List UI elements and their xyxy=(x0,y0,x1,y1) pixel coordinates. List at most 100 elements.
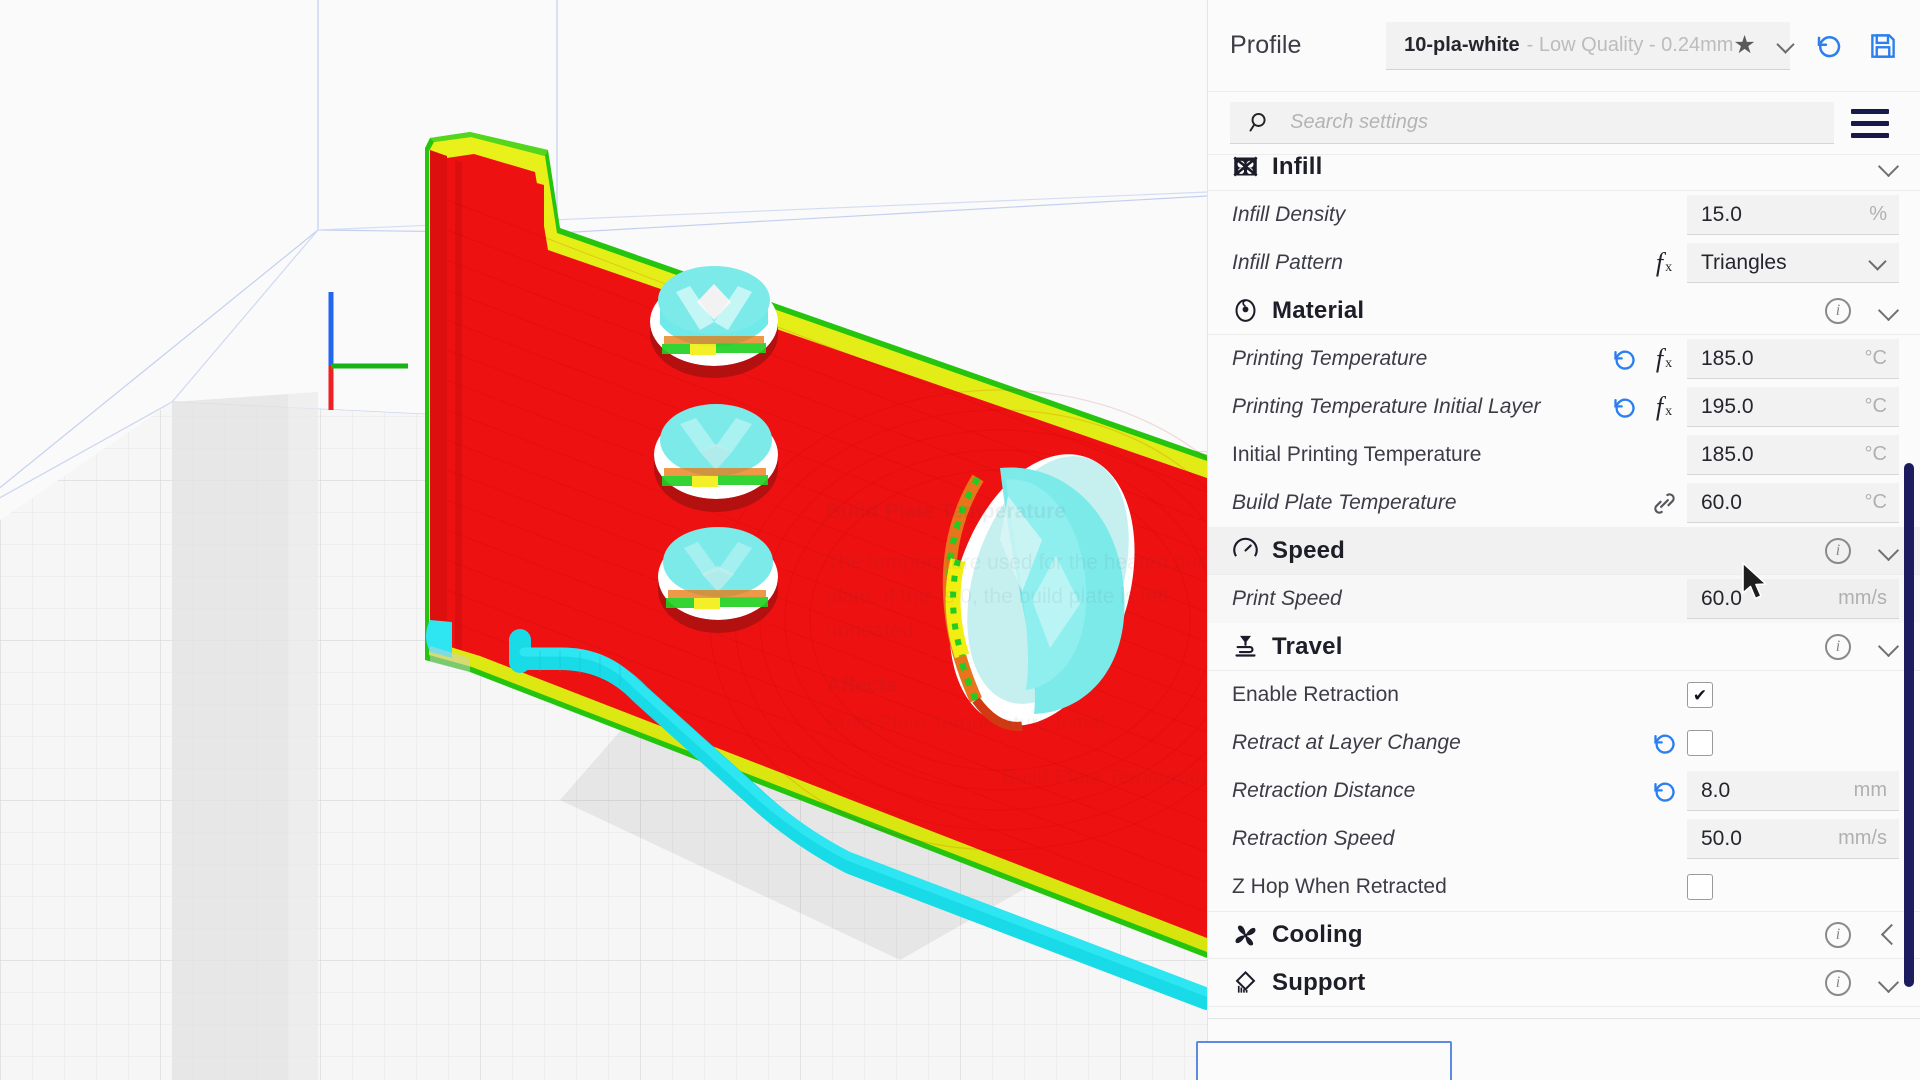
revert-profile-button[interactable] xyxy=(1814,31,1844,61)
link-icon xyxy=(1653,492,1675,514)
category-header-travel[interactable]: Travel i xyxy=(1208,623,1920,671)
material-spool-icon xyxy=(1232,297,1266,324)
category-header-material[interactable]: Material i xyxy=(1208,287,1920,335)
settings-scrollbar-thumb[interactable] xyxy=(1904,463,1914,987)
checkbox-z-hop-when-retracted[interactable] xyxy=(1687,874,1713,900)
setting-label: Retract at Layer Change xyxy=(1232,731,1461,754)
setting-row-retraction-distance[interactable]: Retraction Distance 8.0 mm xyxy=(1208,767,1920,815)
setting-unit: mm/s xyxy=(1838,587,1887,609)
fan-icon xyxy=(1232,922,1266,949)
setting-value: 50.0 xyxy=(1701,826,1742,850)
category-header-speed[interactable]: Speed i xyxy=(1208,527,1920,575)
setting-select-field[interactable]: Triangles xyxy=(1687,243,1899,283)
profile-dropdown[interactable]: 10-pla-white - Low Quality - 0.24mm ★ xyxy=(1386,21,1790,70)
setting-row-infill-pattern[interactable]: Infill Pattern fx Triangles xyxy=(1208,239,1920,287)
category-header-infill[interactable]: Infill xyxy=(1208,155,1920,191)
formula-icon-button[interactable]: fx xyxy=(1647,344,1681,374)
checkbox-retract-at-layer-change[interactable] xyxy=(1687,730,1713,756)
setting-row-z-hop-when-retracted[interactable]: Z Hop When Retracted xyxy=(1208,863,1920,911)
setting-value-field[interactable]: 8.0 mm xyxy=(1687,771,1899,811)
setting-row-printing-temperature-initial-layer[interactable]: Printing Temperature Initial Layer fx 19… xyxy=(1208,383,1920,431)
setting-unit: mm/s xyxy=(1838,827,1887,849)
setting-label: Initial Printing Temperature xyxy=(1232,443,1482,466)
setting-row-retraction-speed[interactable]: Retraction Speed 50.0 mm/s xyxy=(1208,815,1920,863)
setting-value-field[interactable]: 185.0 °C xyxy=(1687,435,1899,475)
profile-label: Profile xyxy=(1230,31,1302,59)
linked-setting-button[interactable] xyxy=(1647,490,1681,517)
search-box[interactable] xyxy=(1230,102,1834,144)
revert-setting-button[interactable] xyxy=(1647,730,1681,757)
revert-setting-button[interactable] xyxy=(1607,346,1641,373)
search-input[interactable] xyxy=(1290,111,1834,134)
info-icon[interactable]: i xyxy=(1825,537,1851,564)
3d-viewport[interactable]: Build Plate Temperature The temperature … xyxy=(0,0,1207,1080)
revert-setting-button[interactable] xyxy=(1607,394,1641,421)
formula-icon-button[interactable]: fx xyxy=(1647,392,1681,422)
setting-row-print-speed[interactable]: Print Speed 60.0 mm/s xyxy=(1208,575,1920,623)
hole-2 xyxy=(654,404,778,512)
settings-scrollbar-track[interactable] xyxy=(1904,155,1914,1018)
setting-row-build-plate-temperature[interactable]: Build Plate Temperature 60.0 °C xyxy=(1208,479,1920,527)
revert-icon xyxy=(1613,397,1635,418)
formula-icon-button[interactable]: fx xyxy=(1647,248,1681,278)
hole-3 xyxy=(658,527,778,633)
setting-value-field[interactable]: 15.0 % xyxy=(1687,195,1899,235)
settings-sidebar: Profile 10-pla-white - Low Quality - 0.2… xyxy=(1196,0,1920,1080)
settings-menu-button[interactable] xyxy=(1842,108,1898,138)
setting-value: 15.0 xyxy=(1701,202,1742,226)
chevron-down-icon[interactable] xyxy=(1879,157,1899,177)
setting-value: 60.0 xyxy=(1701,586,1742,610)
setting-row-infill-density[interactable]: Infill Density 15.0 % xyxy=(1208,191,1920,239)
category-header-support[interactable]: Support i xyxy=(1208,959,1920,1007)
category-label: Travel xyxy=(1272,632,1343,660)
search-icon xyxy=(1249,112,1266,131)
category-header-cooling[interactable]: Cooling i xyxy=(1208,911,1920,959)
hole-1 xyxy=(650,266,778,378)
setting-value-field[interactable]: 60.0 °C xyxy=(1687,483,1899,523)
setting-row-printing-temperature[interactable]: Printing Temperature fx 185.0 °C xyxy=(1208,335,1920,383)
setting-row-initial-printing-temperature[interactable]: Initial Printing Temperature 185.0 °C xyxy=(1208,431,1920,479)
info-icon[interactable]: i xyxy=(1825,922,1851,948)
setting-label: Printing Temperature Initial Layer xyxy=(1232,395,1541,418)
formula-fx-icon: fx xyxy=(1655,392,1673,421)
settings-list[interactable]: Infill Infill Density 15.0 % Infill Patt… xyxy=(1208,154,1920,1018)
save-icon xyxy=(1871,33,1895,58)
support-icon xyxy=(1232,969,1266,996)
bottom-action-strip xyxy=(1196,1018,1920,1080)
info-icon[interactable]: i xyxy=(1825,969,1851,996)
setting-row-retract-at-layer-change[interactable]: Retract at Layer Change xyxy=(1208,719,1920,767)
chevron-down-icon[interactable] xyxy=(1879,973,1899,993)
cura-main-window: Build Plate Temperature The temperature … xyxy=(0,0,1920,1080)
setting-value-field[interactable]: 60.0 mm/s xyxy=(1687,579,1899,619)
chevron-down-icon[interactable] xyxy=(1879,541,1899,561)
chevron-down-icon[interactable] xyxy=(1870,254,1887,271)
revert-icon xyxy=(1613,349,1635,370)
setting-unit: °C xyxy=(1864,491,1887,513)
revert-icon xyxy=(1653,781,1675,802)
setting-value-field[interactable]: 195.0 °C xyxy=(1687,387,1899,427)
chevron-left-icon[interactable] xyxy=(1879,925,1899,945)
setting-value: 8.0 xyxy=(1701,778,1731,802)
save-profile-button[interactable] xyxy=(1868,31,1898,61)
setting-value-field[interactable]: 185.0 °C xyxy=(1687,339,1899,379)
slice-action-button[interactable] xyxy=(1196,1041,1452,1080)
checkbox-enable-retraction[interactable]: ✔ xyxy=(1687,682,1713,708)
star-icon[interactable]: ★ xyxy=(1733,32,1755,58)
info-icon[interactable]: i xyxy=(1825,633,1851,660)
setting-value: 195.0 xyxy=(1701,394,1754,418)
revert-setting-button[interactable] xyxy=(1647,778,1681,805)
formula-fx-icon: fx xyxy=(1655,344,1673,373)
setting-row-enable-retraction[interactable]: Enable Retraction ✔ xyxy=(1208,671,1920,719)
travel-icon xyxy=(1232,633,1266,660)
setting-label: Z Hop When Retracted xyxy=(1232,875,1447,898)
chevron-down-icon[interactable] xyxy=(1879,301,1899,321)
chevron-down-icon[interactable] xyxy=(1879,637,1899,657)
search-row xyxy=(1208,92,1920,154)
category-label: Cooling xyxy=(1272,921,1363,948)
profile-row: Profile 10-pla-white - Low Quality - 0.2… xyxy=(1208,0,1920,92)
setting-value-field[interactable]: 50.0 mm/s xyxy=(1687,819,1899,859)
setting-value: Triangles xyxy=(1701,250,1787,274)
info-icon[interactable]: i xyxy=(1825,297,1851,324)
setting-row-generate-support[interactable]: Generate Support xyxy=(1208,1007,1920,1018)
hamburger-menu-icon xyxy=(1851,108,1889,114)
